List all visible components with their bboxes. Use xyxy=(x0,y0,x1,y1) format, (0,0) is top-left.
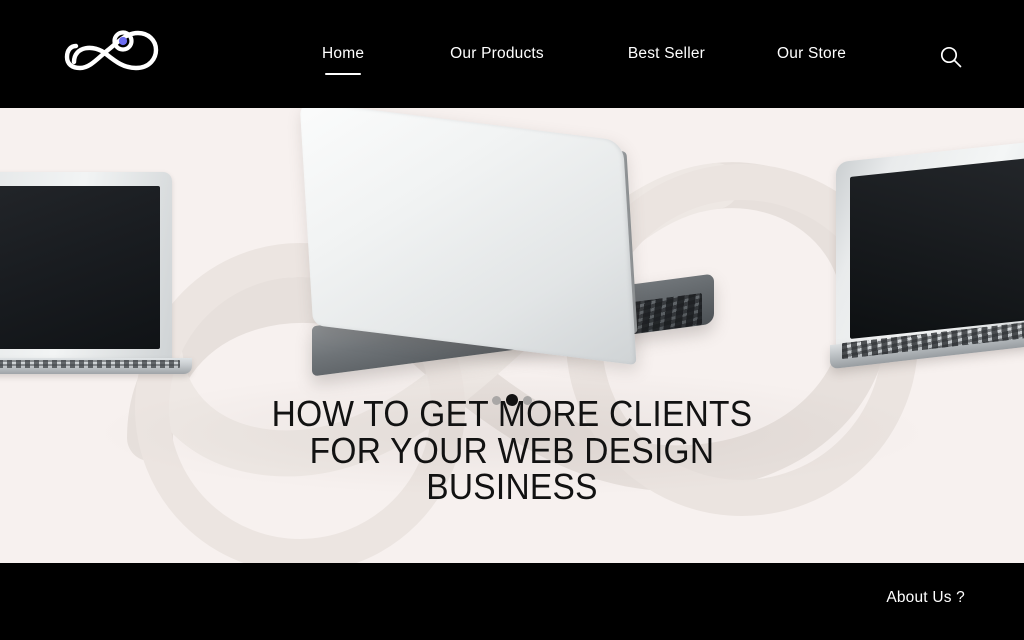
search-glyph xyxy=(940,46,962,68)
headline-line-2: FOR YOUR WEB DESIGN xyxy=(309,429,715,471)
nav-item-best-seller[interactable]: Best Seller xyxy=(628,41,705,67)
site-footer: About Us ? xyxy=(0,563,1024,640)
carousel-dot-3[interactable] xyxy=(523,395,532,405)
about-us-label: About Us ? xyxy=(886,589,965,606)
product-laptop-left[interactable] xyxy=(0,172,202,384)
nav-label: Best Seller xyxy=(627,45,706,62)
laptop-screen xyxy=(850,155,1024,339)
carousel-dot-2[interactable] xyxy=(506,394,518,406)
site-header: Home Our Products Best Seller Our Store xyxy=(0,0,1024,108)
search-icon[interactable] xyxy=(938,44,964,70)
nav-label: Our Store xyxy=(777,45,847,62)
laptop-lid xyxy=(299,108,637,366)
product-laptop-right[interactable] xyxy=(830,137,1024,374)
about-us-link[interactable]: About Us ? xyxy=(886,589,965,607)
nav-item-our-products[interactable]: Our Products xyxy=(450,41,544,67)
laptop-lid xyxy=(0,172,172,362)
landing-page: Home Our Products Best Seller Our Store xyxy=(0,0,1024,640)
headline-line-3: BUSINESS xyxy=(426,466,598,507)
hero-copy: HOW TO GET MORE CLIENTS FOR YOUR WEB DES… xyxy=(0,394,1024,507)
product-laptop-center[interactable] xyxy=(296,108,726,377)
carousel-dot-1[interactable] xyxy=(492,395,501,405)
main-navigation: Home Our Products Best Seller Our Store xyxy=(300,0,846,108)
laptop-keyboard xyxy=(0,360,180,368)
hero-headline: HOW TO GET MORE CLIENTS FOR YOUR WEB DES… xyxy=(36,395,988,507)
carousel-dots xyxy=(492,394,532,406)
laptop-screen xyxy=(0,186,160,349)
infinity-logo-icon xyxy=(64,30,159,71)
infinity-logo[interactable] xyxy=(60,24,164,82)
nav-label: Our Products xyxy=(450,45,544,62)
nav-item-our-store[interactable]: Our Store xyxy=(777,41,846,67)
nav-item-home[interactable]: Home xyxy=(322,41,364,67)
hero-section: HOW TO GET MORE CLIENTS FOR YOUR WEB DES… xyxy=(0,108,1024,563)
nav-label: Home xyxy=(322,45,365,62)
